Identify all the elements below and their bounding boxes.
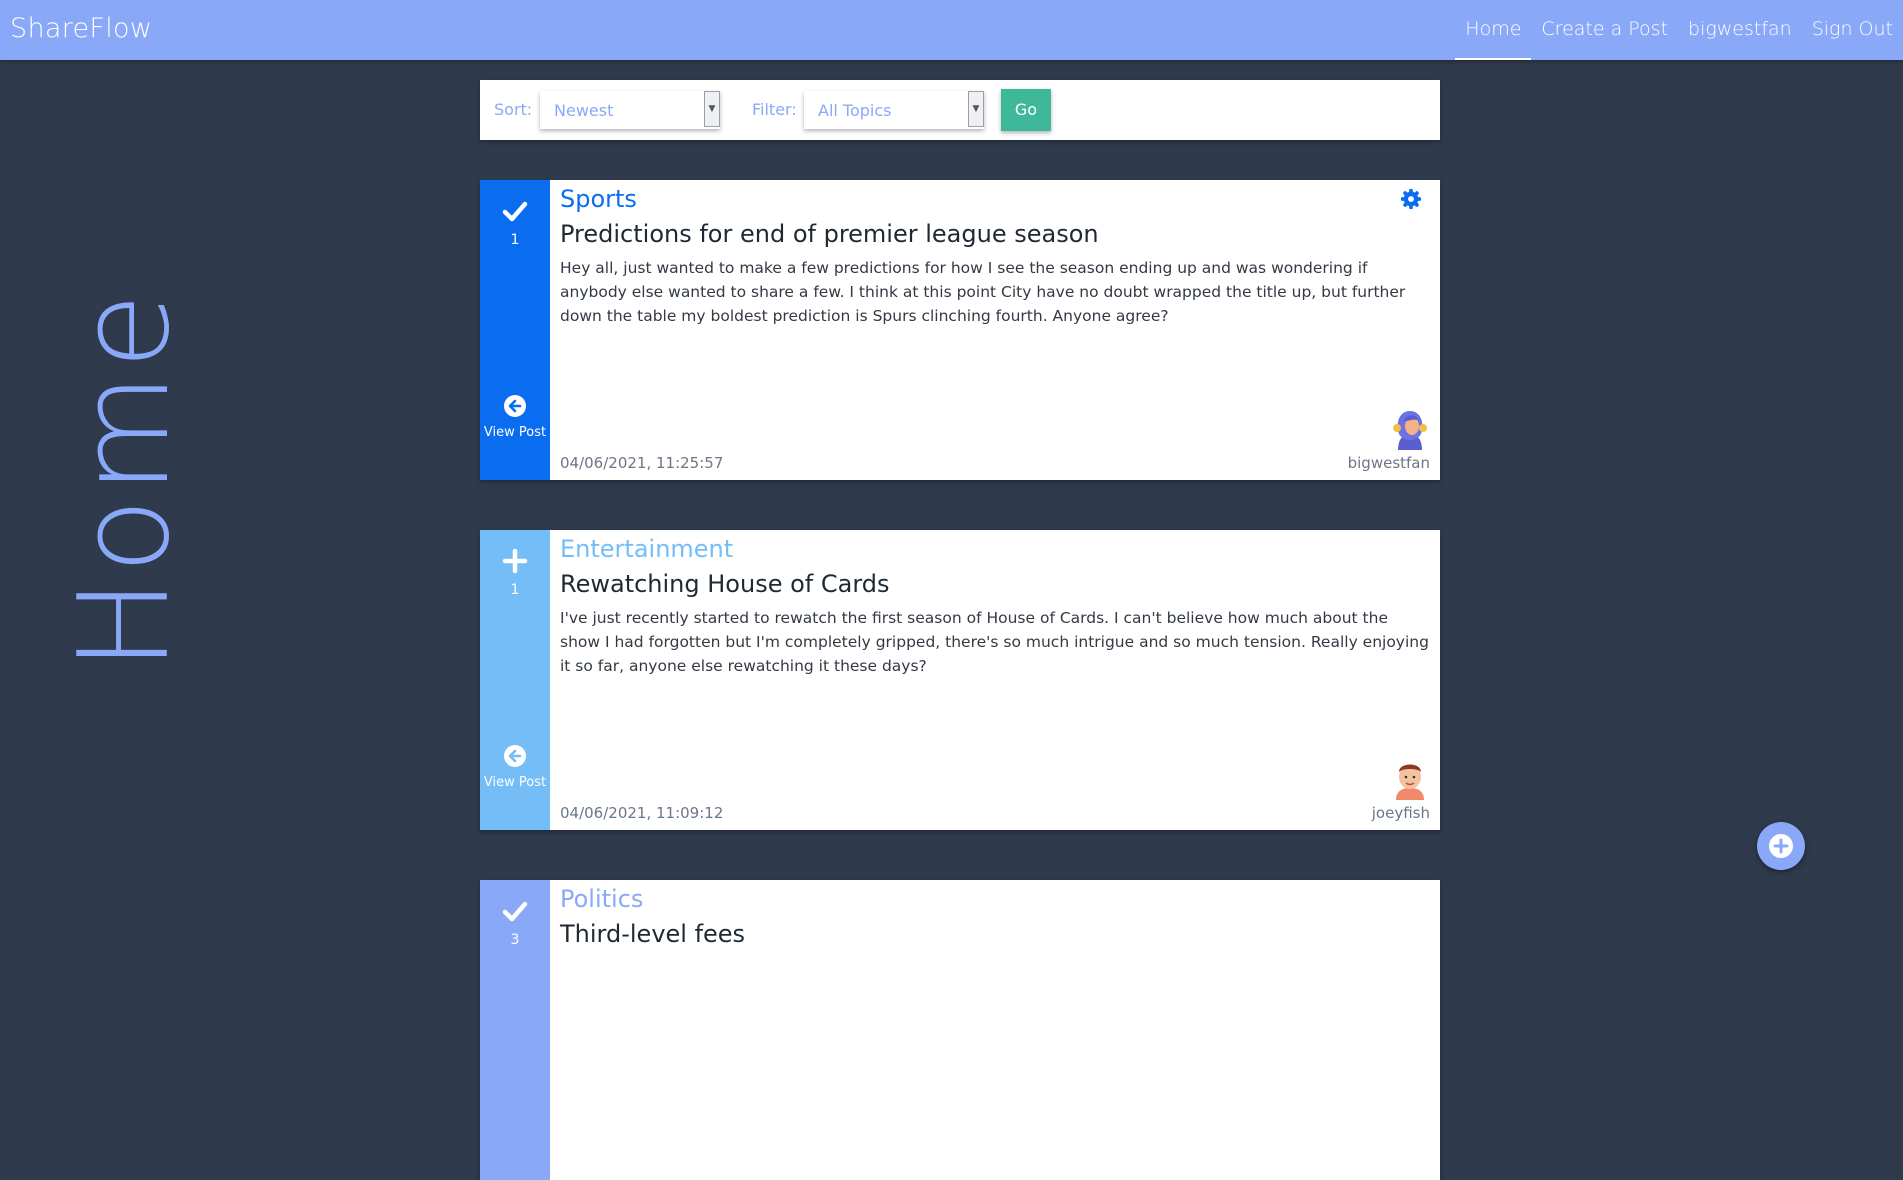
post-card: 3 Politics Third-level fees bbox=[480, 880, 1440, 1180]
nav-sign-out[interactable]: Sign Out bbox=[1802, 0, 1903, 60]
post-title: Predictions for end of premier league se… bbox=[560, 220, 1099, 248]
post-body: Hey all, just wanted to make a few predi… bbox=[560, 259, 1406, 325]
post-title: Third-level fees bbox=[560, 920, 746, 948]
post-author[interactable]: bigwestfan bbox=[1348, 454, 1430, 472]
sort-select[interactable]: Newest ▼ bbox=[540, 91, 720, 129]
vote-count: 1 bbox=[510, 232, 520, 248]
view-post-link[interactable]: View Post bbox=[480, 425, 550, 440]
post-card: 1 View Post Sports Predictions for end o… bbox=[480, 180, 1440, 480]
view-post-link[interactable]: View Post bbox=[480, 775, 550, 790]
nav-home[interactable]: Home bbox=[1455, 0, 1532, 60]
post-topic[interactable]: Sports bbox=[560, 185, 637, 213]
chevron-down-icon[interactable]: ▼ bbox=[968, 91, 984, 127]
user-avatar-icon bbox=[1396, 764, 1424, 800]
post-card: 1 View Post Entertainment Rewatching Hou… bbox=[480, 530, 1440, 830]
page-title: Home bbox=[53, 288, 197, 672]
brand-logo[interactable]: ShareFlow bbox=[10, 13, 152, 44]
gear-icon[interactable] bbox=[1400, 188, 1422, 210]
sort-select-value: Newest bbox=[554, 101, 614, 120]
post-sidebar: 1 View Post bbox=[480, 530, 550, 830]
nav-create-post[interactable]: Create a Post bbox=[1531, 0, 1678, 60]
plus-icon bbox=[1769, 834, 1793, 858]
check-icon[interactable] bbox=[502, 198, 528, 224]
post-topic[interactable]: Politics bbox=[560, 885, 643, 913]
plus-icon[interactable] bbox=[502, 548, 528, 574]
nav-user-profile[interactable]: bigwestfan bbox=[1678, 0, 1802, 60]
vote-count: 3 bbox=[510, 932, 520, 948]
nav-links: Home Create a Post bigwestfan Sign Out bbox=[1455, 0, 1903, 60]
arrow-left-circle-icon[interactable] bbox=[503, 394, 527, 418]
post-sidebar: 3 bbox=[480, 880, 550, 1180]
user-avatar-icon bbox=[1393, 411, 1427, 450]
topic-filter-value: All Topics bbox=[818, 101, 892, 120]
post-author[interactable]: joeyfish bbox=[1372, 804, 1430, 822]
topic-filter-select[interactable]: All Topics ▼ bbox=[804, 91, 984, 129]
arrow-left-circle-icon[interactable] bbox=[503, 744, 527, 768]
post-title: Rewatching House of Cards bbox=[560, 570, 890, 598]
filter-bar: Sort: Newest ▼ Filter: All Topics ▼ Go bbox=[480, 80, 1440, 140]
top-navbar: ShareFlow Home Create a Post bigwestfan … bbox=[0, 0, 1903, 60]
filter-label: Filter: bbox=[752, 100, 797, 119]
sort-label: Sort: bbox=[494, 100, 533, 119]
chevron-down-icon[interactable]: ▼ bbox=[704, 91, 720, 127]
post-timestamp: 04/06/2021, 11:25:57 bbox=[560, 454, 724, 472]
post-timestamp: 04/06/2021, 11:09:12 bbox=[560, 804, 724, 822]
post-topic[interactable]: Entertainment bbox=[560, 535, 733, 563]
add-post-button[interactable] bbox=[1757, 822, 1805, 870]
post-body: I've just recently started to rewatch th… bbox=[560, 609, 1429, 675]
check-icon[interactable] bbox=[502, 898, 528, 924]
post-sidebar: 1 View Post bbox=[480, 180, 550, 480]
vote-count: 1 bbox=[510, 582, 520, 598]
go-button[interactable]: Go bbox=[1001, 89, 1051, 131]
